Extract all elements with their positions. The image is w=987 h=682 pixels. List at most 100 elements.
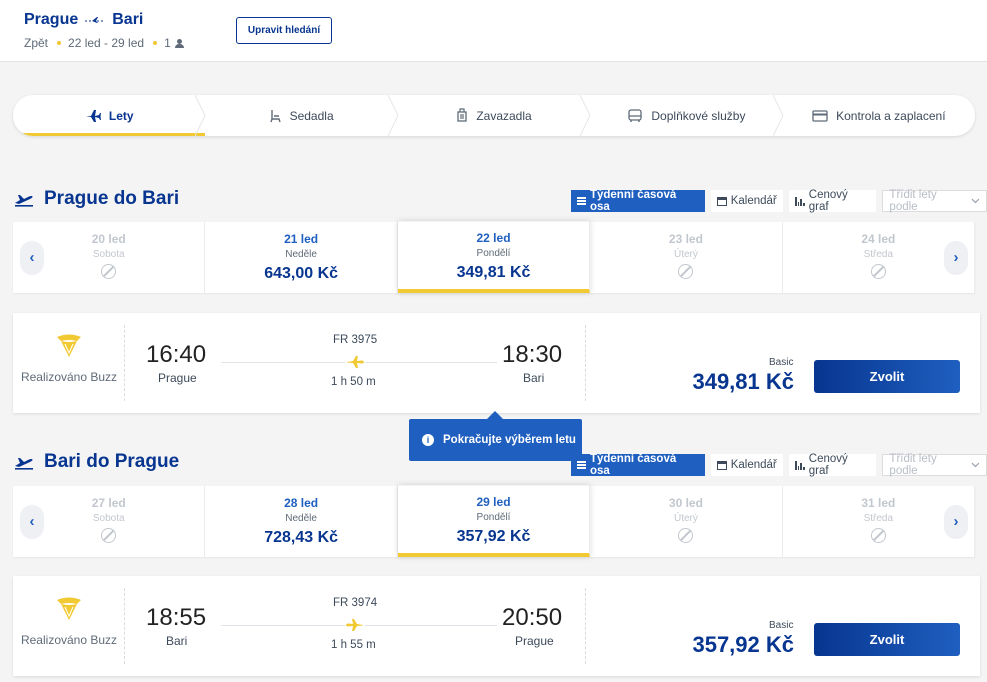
step-luggage[interactable]: Zavazadla bbox=[398, 95, 591, 136]
previous-dates-button[interactable]: ‹ bbox=[20, 240, 44, 275]
seat-icon bbox=[269, 109, 281, 122]
booking-steps: Lety Sedadla Zavazadla Doplňkové služby … bbox=[13, 95, 975, 136]
select-flight-button[interactable]: Zvolit bbox=[814, 623, 960, 656]
step-extras[interactable]: Doplňkové služby bbox=[590, 95, 784, 136]
card-icon bbox=[812, 109, 828, 122]
no-flight-icon bbox=[678, 264, 694, 279]
date-cell[interactable]: 21 led Neděle 643,00 Kč bbox=[205, 222, 398, 293]
inbound-section-title: Bari do Prague bbox=[14, 451, 179, 473]
date-cell-selected[interactable]: 22 led Pondělí 349,81 Kč bbox=[397, 221, 591, 293]
calendar-label: Kalendář bbox=[730, 195, 777, 207]
chevron-down-icon bbox=[971, 198, 980, 204]
flight-duration: 1 h 55 m bbox=[331, 639, 376, 651]
sort-placeholder: Třídit lety podle bbox=[889, 189, 937, 213]
operator-label: Realizováno Buzz bbox=[20, 633, 118, 647]
date-label: 23 led bbox=[668, 232, 703, 246]
date-cell[interactable]: 28 led Neděle 728,43 Kč bbox=[205, 486, 398, 557]
card-divider bbox=[124, 325, 125, 401]
inbound-date-carousel: ‹ 27 led Sobota 28 led Neděle 728,43 Kč … bbox=[13, 485, 976, 557]
arrival-time: 20:50 bbox=[502, 604, 563, 631]
airline-info: Realizováno Buzz bbox=[13, 313, 125, 413]
select-flight-button[interactable]: Zvolit bbox=[814, 360, 960, 393]
weekday-label: Pondělí bbox=[476, 248, 511, 259]
date-label: 29 led bbox=[476, 495, 511, 509]
sort-placeholder: Třídit lety podle bbox=[889, 453, 937, 477]
arrival-time: 18:30 bbox=[502, 341, 563, 368]
no-flight-icon bbox=[101, 528, 117, 543]
person-icon bbox=[174, 38, 184, 48]
outbound-title: Prague do Bari bbox=[44, 188, 180, 209]
list-icon bbox=[577, 197, 586, 205]
plane-icon bbox=[85, 109, 101, 122]
step-label: Lety bbox=[108, 108, 134, 123]
calendar-button[interactable]: Kalendář bbox=[710, 190, 783, 212]
bar-chart-icon bbox=[794, 196, 805, 206]
calendar-label: Kalendář bbox=[730, 459, 777, 471]
takeoff-icon bbox=[15, 458, 33, 470]
airline-info: Realizováno Buzz bbox=[13, 576, 125, 676]
no-flight-icon bbox=[101, 264, 117, 279]
route-plane-icon bbox=[85, 17, 106, 23]
date-price: 643,00 Kč bbox=[264, 265, 339, 282]
calendar-button[interactable]: Kalendář bbox=[710, 454, 783, 476]
card-divider bbox=[585, 588, 586, 664]
no-flight-icon bbox=[678, 528, 694, 543]
weekday-label: Úterý bbox=[673, 513, 698, 524]
sort-select[interactable]: Třídit lety podle bbox=[882, 453, 987, 477]
continue-tooltip: i Pokračujte výběrem letu bbox=[409, 411, 582, 461]
luggage-icon bbox=[457, 108, 467, 122]
info-icon: i bbox=[422, 434, 434, 446]
calendar-icon bbox=[716, 460, 727, 470]
card-divider bbox=[585, 325, 586, 401]
date-label: 30 led bbox=[668, 496, 703, 510]
date-label: 27 led bbox=[91, 496, 126, 510]
date-price: 728,43 Kč bbox=[264, 529, 339, 546]
next-dates-button[interactable]: › bbox=[944, 240, 968, 275]
departure-city: Bari bbox=[166, 634, 188, 648]
flight-duration: 1 h 50 m bbox=[331, 376, 376, 388]
weekday-label: Úterý bbox=[673, 249, 698, 260]
flight-price: 349,81 Kč bbox=[692, 369, 794, 394]
sort-select[interactable]: Třídit lety podle bbox=[882, 189, 987, 213]
edit-search-button[interactable]: Upravit hledání bbox=[236, 17, 332, 44]
flight-number: FR 3975 bbox=[333, 334, 378, 346]
destination-city: Bari bbox=[112, 11, 144, 28]
weekly-label: Týdenní časová osa bbox=[589, 189, 677, 213]
flight-price: 357,92 Kč bbox=[692, 632, 794, 657]
chevron-down-icon bbox=[971, 462, 980, 468]
inbound-title: Bari do Prague bbox=[44, 451, 180, 472]
date-cell-selected[interactable]: 29 led Pondělí 357,92 Kč bbox=[397, 485, 591, 557]
trip-type: Zpět bbox=[24, 36, 49, 50]
bus-icon bbox=[628, 108, 643, 122]
weekly-timeline-button[interactable]: Týdenní časová osa bbox=[571, 189, 705, 213]
no-flight-icon bbox=[870, 264, 886, 279]
search-summary-header: Prague Bari Zpět 22 led - 29 led 1 Uprav… bbox=[0, 0, 987, 62]
price-chart-button[interactable]: Cenový graf bbox=[788, 189, 877, 213]
price-chart-button[interactable]: Cenový graf bbox=[788, 453, 877, 477]
weekly-timeline-button[interactable]: Týdenní časová osa bbox=[571, 453, 705, 477]
flight-number: FR 3974 bbox=[333, 597, 378, 609]
passenger-count: 1 bbox=[164, 36, 171, 50]
airline-logo-icon bbox=[57, 597, 81, 620]
separator-dot bbox=[57, 41, 62, 45]
step-divider bbox=[772, 95, 784, 136]
price-chart-label: Cenový graf bbox=[808, 189, 848, 213]
next-dates-button[interactable]: › bbox=[944, 504, 968, 539]
bar-chart-icon bbox=[794, 460, 805, 470]
airline-logo-icon bbox=[57, 334, 81, 357]
previous-dates-button[interactable]: ‹ bbox=[20, 504, 44, 539]
date-price: 349,81 Kč bbox=[456, 264, 531, 281]
tooltip-text: Pokračujte výběrem letu bbox=[443, 434, 576, 446]
step-label: Kontrola a zaplacení bbox=[836, 108, 946, 123]
step-checkout[interactable]: Kontrola a zaplacení bbox=[783, 95, 975, 136]
step-flights[interactable]: Lety bbox=[13, 95, 206, 136]
inbound-flight-card[interactable]: Realizováno Buzz 18:55 Bari FR 3974 1 h … bbox=[13, 576, 980, 676]
step-seats[interactable]: Sedadla bbox=[205, 95, 399, 136]
no-flight-icon bbox=[870, 528, 886, 543]
date-cell: 30 led Úterý bbox=[590, 486, 783, 557]
date-cell: 23 led Úterý bbox=[590, 222, 783, 293]
step-divider bbox=[387, 95, 399, 136]
outbound-flight-card[interactable]: Realizováno Buzz 16:40 Prague FR 3975 1 … bbox=[13, 313, 980, 413]
date-label: 28 led bbox=[284, 496, 319, 510]
list-icon bbox=[577, 461, 586, 469]
